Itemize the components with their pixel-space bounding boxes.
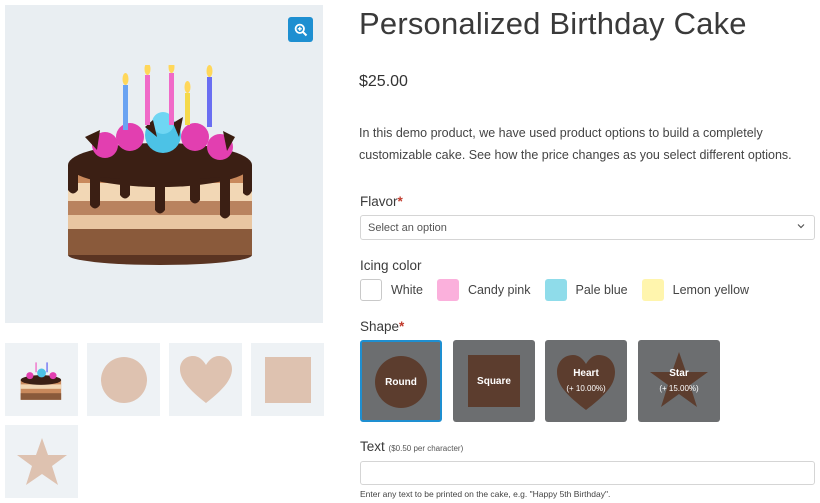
text-field-label: Text ($0.50 per character) xyxy=(360,439,463,454)
cake-text-input[interactable] xyxy=(360,461,815,485)
swatch-candy-pink-label: Candy pink xyxy=(467,283,531,297)
swatch-lemon-yellow[interactable]: Lemon yellow xyxy=(641,279,750,301)
text-field-price-note: ($0.50 per character) xyxy=(388,444,464,453)
flavor-label: Flavor* xyxy=(360,194,403,209)
square-shape-icon xyxy=(264,356,311,403)
shape-option-heart-label: Heart xyxy=(573,368,599,379)
thumbnail-square[interactable] xyxy=(251,343,324,416)
shape-option-square[interactable]: Square xyxy=(453,340,535,422)
zoom-button[interactable] xyxy=(288,17,313,42)
swatch-pale-blue[interactable]: Pale blue xyxy=(544,279,628,301)
shape-label: Shape* xyxy=(360,319,404,334)
heart-shape-icon xyxy=(179,355,232,403)
shape-label-text: Shape xyxy=(360,319,400,334)
swatch-pale-blue-label: Pale blue xyxy=(575,283,628,297)
swatch-candy-pink[interactable]: Candy pink xyxy=(436,279,531,301)
swatch-lemon-yellow-label: Lemon yellow xyxy=(672,283,750,297)
swatch-white[interactable]: White xyxy=(360,279,423,301)
product-main-image[interactable] xyxy=(5,5,323,323)
thumbnail-cake[interactable] xyxy=(5,343,78,416)
product-description: In this demo product, we have used produ… xyxy=(359,126,792,162)
required-marker: * xyxy=(399,319,405,334)
product-title: Personalized Birthday Cake xyxy=(359,6,747,41)
swatch-candy-pink-color xyxy=(436,279,459,301)
shape-option-star[interactable]: Star (+ 15.00%) xyxy=(638,340,720,422)
shape-option-round-label: Round xyxy=(385,377,417,388)
thumbnail-circle[interactable] xyxy=(87,343,160,416)
shape-option-star-label: Star xyxy=(669,368,689,379)
zoom-in-icon xyxy=(294,23,307,36)
shape-option-square-label: Square xyxy=(477,376,511,387)
shape-option-round[interactable]: Round xyxy=(360,340,442,422)
circle-shape-icon xyxy=(100,356,147,403)
icing-color-swatches: White Candy pink Pale blue Lemon yellow xyxy=(360,279,763,301)
flavor-label-text: Flavor xyxy=(360,194,398,209)
text-field-label-text: Text xyxy=(360,439,385,454)
swatch-white-color xyxy=(360,279,382,301)
shape-option-heart[interactable]: Heart (+ 10.00%) xyxy=(545,340,627,422)
product-price: $25.00 xyxy=(359,73,408,90)
flavor-select-placeholder: Select an option xyxy=(368,222,447,234)
text-field-help: Enter any text to be printed on the cake… xyxy=(360,489,611,499)
swatch-pale-blue-color xyxy=(544,279,567,301)
star-shape-icon xyxy=(650,352,708,407)
birthday-cake-image xyxy=(68,65,252,265)
chevron-down-icon xyxy=(797,224,805,229)
shape-option-heart-price: (+ 10.00%) xyxy=(566,384,606,393)
shape-option-star-price: (+ 15.00%) xyxy=(659,384,699,393)
cake-thumbnail-image xyxy=(20,361,61,400)
required-marker: * xyxy=(397,194,403,209)
icing-color-label: Icing color xyxy=(360,258,422,273)
star-shape-icon xyxy=(16,437,67,485)
flavor-select[interactable]: Select an option xyxy=(360,215,815,240)
swatch-lemon-yellow-color xyxy=(641,279,664,301)
swatch-white-label: White xyxy=(391,283,423,297)
thumbnail-star[interactable] xyxy=(5,425,78,498)
heart-shape-icon xyxy=(557,355,615,410)
thumbnail-heart[interactable] xyxy=(169,343,242,416)
